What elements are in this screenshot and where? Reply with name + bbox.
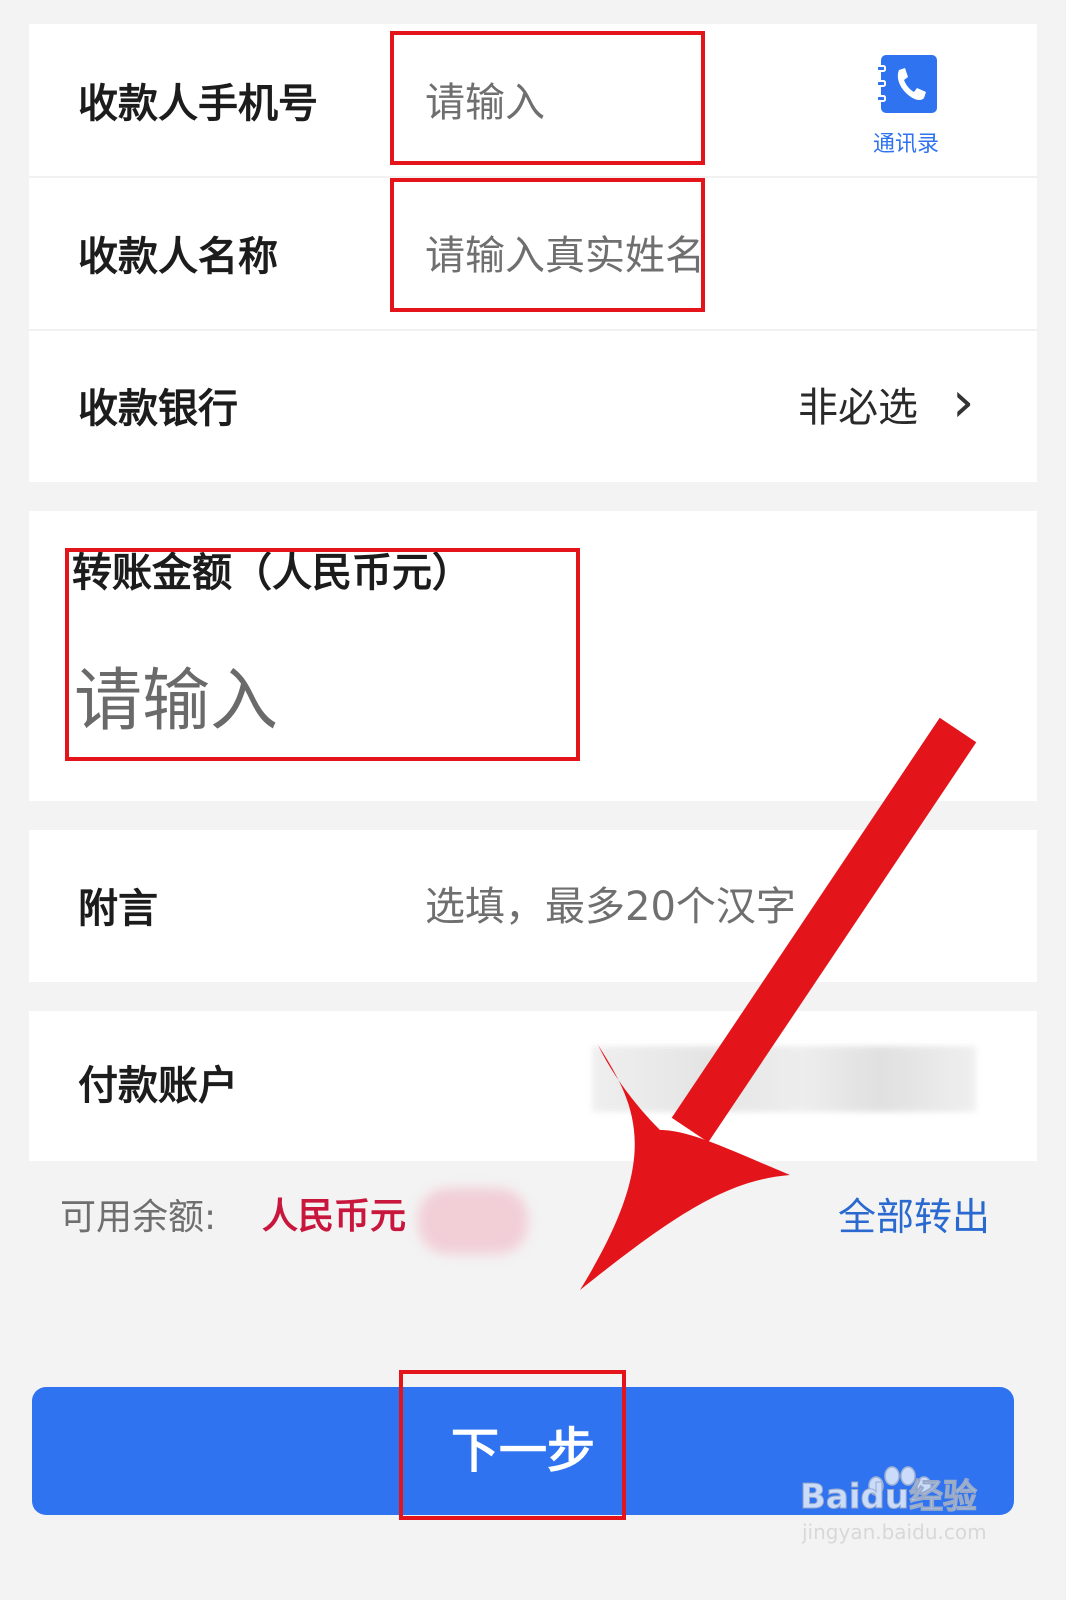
memo-input[interactable]: 选填，最多20个汉字 xyxy=(425,887,796,927)
watermark-url: jingyan.baidu.com xyxy=(802,1520,987,1544)
contacts-button[interactable]: 通讯录 xyxy=(866,52,946,157)
transfer-all-link[interactable]: 全部转出 xyxy=(838,1198,990,1236)
chevron-right-icon: › xyxy=(952,370,975,435)
balance-label: 可用余额: xyxy=(60,1197,217,1238)
phone-book-icon xyxy=(876,55,937,113)
pay-account-blurred xyxy=(592,1046,976,1112)
contacts-label: 通讯录 xyxy=(872,132,939,157)
pay-account-label: 付款账户 xyxy=(78,1063,238,1109)
watermark-brand-prefix: Bai xyxy=(800,1477,862,1517)
annotation-box-phone xyxy=(390,31,705,165)
annotation-box-next xyxy=(399,1370,626,1520)
watermark: Baidu经验 jingyan.baidu.com xyxy=(800,1466,1000,1550)
watermark-brand-suffix: 经验 xyxy=(909,1477,978,1517)
annotation-box-amount xyxy=(65,548,580,761)
payee-bank-label: 收款银行 xyxy=(78,386,238,432)
watermark-brand-mid: du xyxy=(860,1477,910,1517)
annotation-box-name xyxy=(390,178,705,312)
balance-amount-blurred xyxy=(418,1188,528,1254)
payee-name-label: 收款人名称 xyxy=(78,234,278,280)
memo-label: 附言 xyxy=(78,886,158,932)
balance-currency: 人民币元 xyxy=(262,1196,407,1237)
payee-bank-value[interactable]: 非必选 xyxy=(798,388,918,428)
payee-phone-label: 收款人手机号 xyxy=(78,81,318,127)
